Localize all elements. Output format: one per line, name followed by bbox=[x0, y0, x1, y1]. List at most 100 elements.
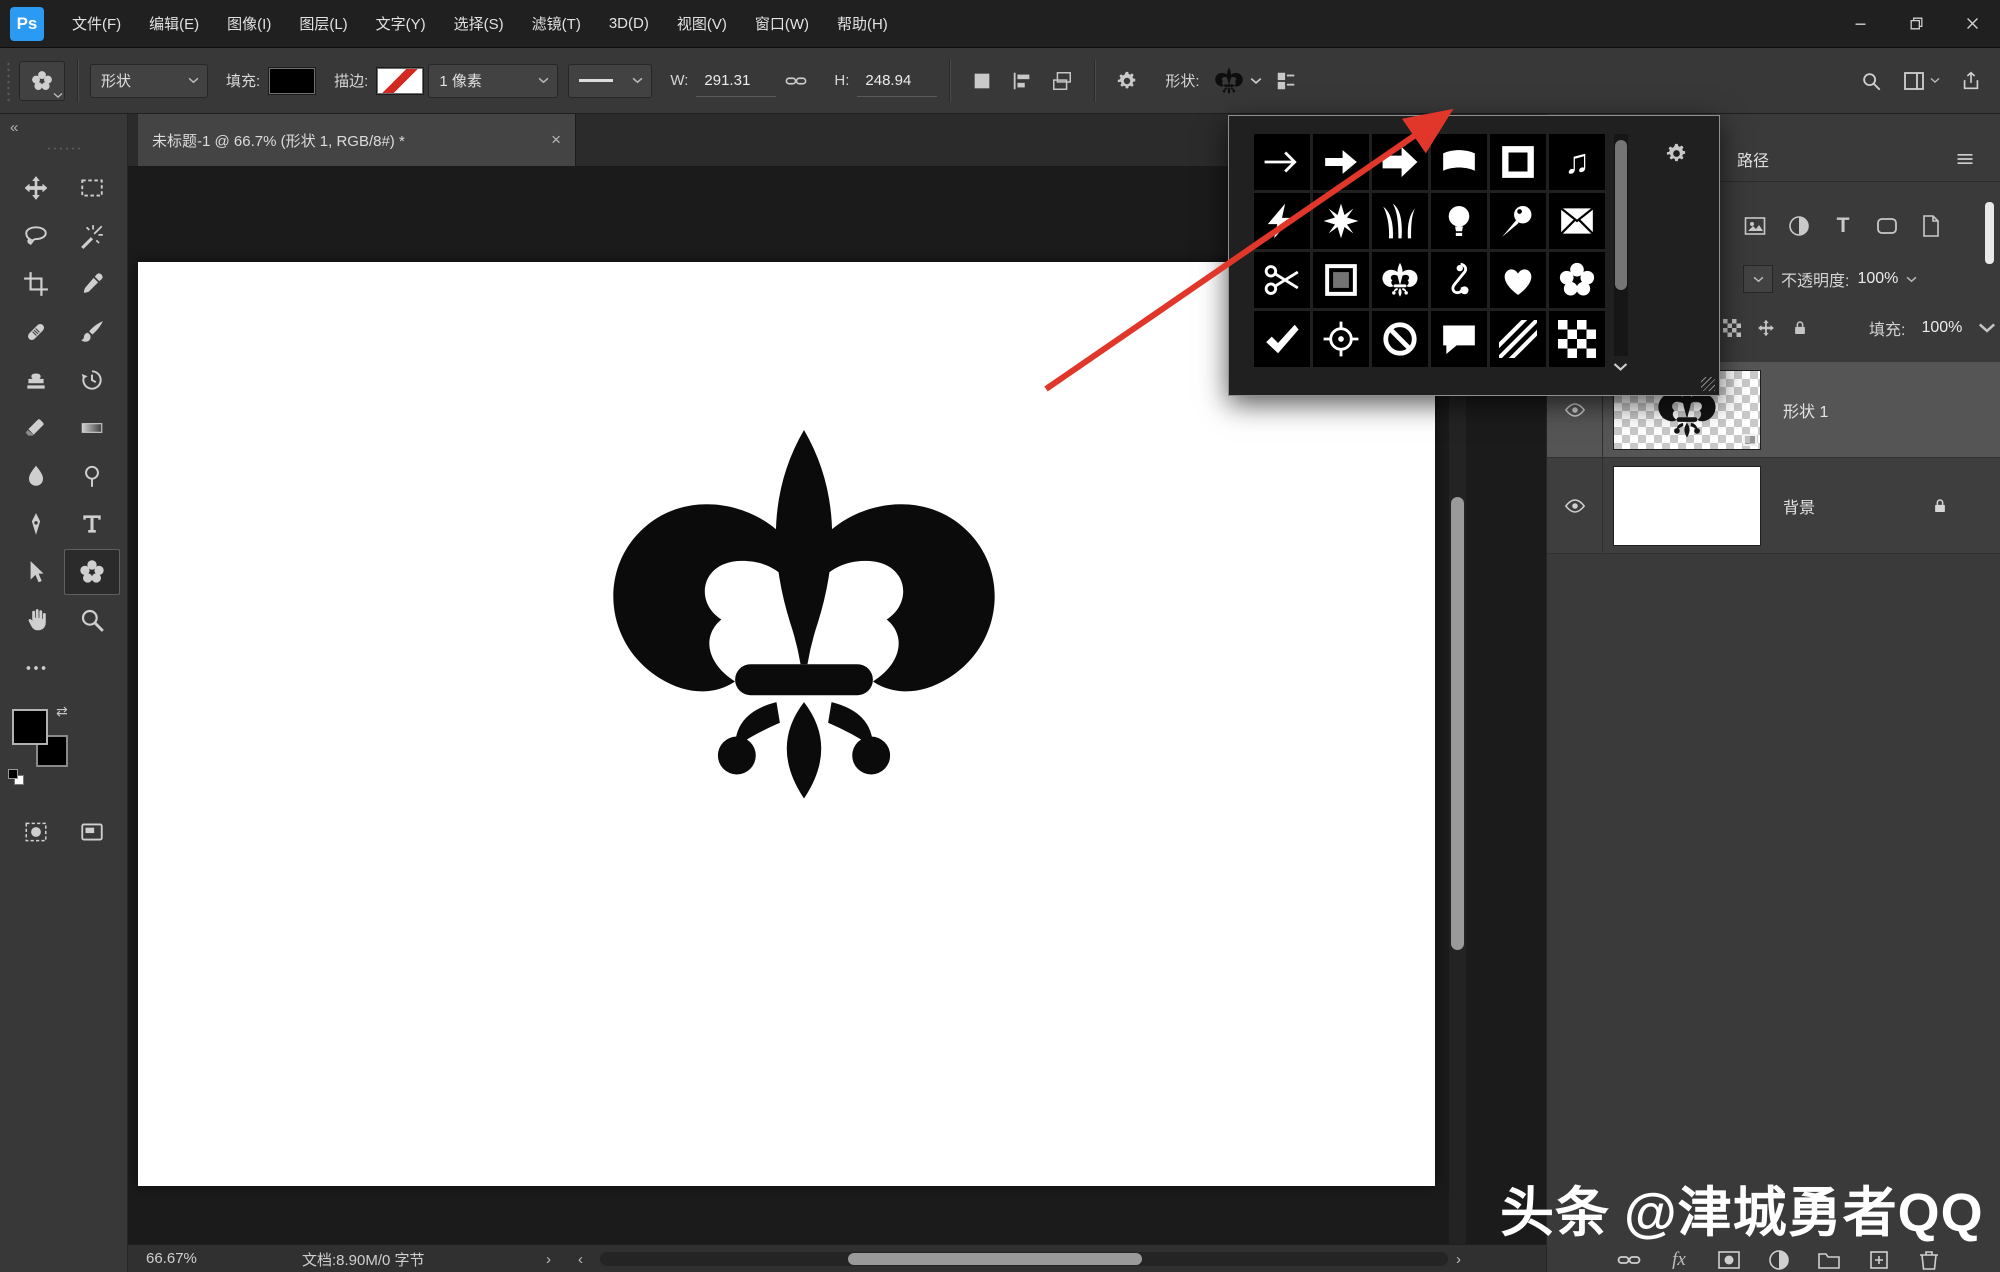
scroll-left-icon[interactable]: ‹ bbox=[578, 1245, 583, 1272]
adjust-icon[interactable] bbox=[1767, 1248, 1791, 1272]
shape-splat-tile[interactable] bbox=[1549, 252, 1605, 308]
width-field[interactable]: 291.31 bbox=[696, 65, 776, 97]
layer-fill-value[interactable]: 100% bbox=[1921, 319, 1962, 337]
horizontal-scrollbar-thumb[interactable] bbox=[848, 1253, 1142, 1265]
tool-zoom[interactable] bbox=[64, 597, 120, 643]
shape-stripes-tile[interactable] bbox=[1490, 311, 1546, 367]
tool-eyedropper[interactable] bbox=[64, 261, 120, 307]
layer-row[interactable]: 背景 bbox=[1547, 458, 2000, 554]
tool-dodge[interactable] bbox=[64, 453, 120, 499]
trash-icon[interactable] bbox=[1917, 1248, 1941, 1272]
collapse-tools-button[interactable]: « bbox=[10, 119, 18, 136]
tool-healing[interactable] bbox=[8, 309, 64, 355]
shape-arrow-wide-tile[interactable] bbox=[1372, 134, 1428, 190]
menu-item-选择[interactable]: 选择(S) bbox=[440, 0, 518, 47]
canvas[interactable] bbox=[138, 262, 1435, 1186]
panel-typeT-icon[interactable]: T bbox=[1831, 214, 1855, 238]
tool-eraser[interactable] bbox=[8, 405, 64, 451]
shape-frame-tile[interactable] bbox=[1490, 134, 1546, 190]
fleur-de-lis-shape[interactable] bbox=[589, 430, 1019, 806]
tool-ellipsis[interactable] bbox=[8, 645, 64, 691]
stroke-swatch[interactable] bbox=[376, 67, 424, 95]
tool-history[interactable] bbox=[64, 357, 120, 403]
default-colors-icon[interactable] bbox=[8, 769, 26, 787]
path-arrangement-icon[interactable] bbox=[1051, 70, 1073, 92]
swap-colors-icon[interactable]: ⇄ bbox=[56, 703, 68, 720]
tab-paths[interactable]: 路径 bbox=[1737, 147, 1769, 171]
tool-pen[interactable] bbox=[8, 501, 64, 547]
tool-crop[interactable] bbox=[8, 261, 64, 307]
tool-preset-button[interactable] bbox=[19, 61, 65, 101]
tools-panel-grip[interactable] bbox=[46, 146, 82, 151]
panel-adjust-icon[interactable] bbox=[1787, 214, 1811, 238]
scroll-right-icon[interactable]: › bbox=[1456, 1245, 1461, 1272]
tool-brush[interactable] bbox=[64, 309, 120, 355]
search-icon[interactable] bbox=[1860, 70, 1882, 92]
panel-roundrect-icon[interactable] bbox=[1875, 214, 1899, 238]
shape-music-tile[interactable]: ♫ bbox=[1549, 134, 1605, 190]
status-expand-icon[interactable]: › bbox=[546, 1245, 551, 1272]
shape-scissors-tile[interactable] bbox=[1254, 252, 1310, 308]
tool-blur[interactable] bbox=[8, 453, 64, 499]
shape-banner-tile[interactable] bbox=[1431, 134, 1487, 190]
panel-imgpanel-icon[interactable] bbox=[1743, 214, 1767, 238]
shape-checker-tile[interactable] bbox=[1549, 311, 1605, 367]
tool-select[interactable] bbox=[8, 549, 64, 595]
close-tab-icon[interactable]: × bbox=[547, 130, 565, 150]
shape-bulb-tile[interactable] bbox=[1431, 193, 1487, 249]
menu-item-3D[interactable]: 3D(D) bbox=[595, 0, 663, 47]
menu-item-图层[interactable]: 图层(L) bbox=[285, 0, 361, 47]
height-field[interactable]: 248.94 bbox=[857, 65, 937, 97]
opacity-value[interactable]: 100% bbox=[1857, 270, 1898, 288]
current-shape-preview[interactable] bbox=[1210, 62, 1266, 100]
shape-arrow-bold-tile[interactable] bbox=[1313, 134, 1369, 190]
shape-heart-tile[interactable] bbox=[1490, 252, 1546, 308]
fx-icon[interactable]: fx bbox=[1667, 1248, 1691, 1272]
shape-pin-tile[interactable] bbox=[1490, 193, 1546, 249]
resize-grip[interactable] bbox=[1701, 377, 1715, 391]
fill-swatch[interactable] bbox=[268, 67, 316, 95]
shape-lightning-tile[interactable] bbox=[1254, 193, 1310, 249]
tool-move[interactable] bbox=[8, 165, 64, 211]
tool-splat[interactable] bbox=[64, 549, 120, 595]
shape-envelope-tile[interactable] bbox=[1549, 193, 1605, 249]
shape-fleur-tile[interactable] bbox=[1372, 252, 1428, 308]
scroll-down-icon[interactable] bbox=[1613, 362, 1628, 372]
shape-picker-scrollbar[interactable] bbox=[1614, 134, 1628, 356]
tool-marquee[interactable] bbox=[64, 165, 120, 211]
tool-lasso[interactable] bbox=[8, 213, 64, 259]
stroke-width-select[interactable]: 1 像素 bbox=[428, 64, 558, 98]
tool-mode-select[interactable]: 形状 bbox=[90, 64, 208, 98]
menu-item-帮助[interactable]: 帮助(H) bbox=[823, 0, 902, 47]
workspace-switcher[interactable] bbox=[1902, 69, 1940, 93]
menu-item-图像[interactable]: 图像(I) bbox=[213, 0, 285, 47]
lock-position-icon[interactable] bbox=[1757, 319, 1775, 337]
path-alignment-icon[interactable] bbox=[1011, 70, 1033, 92]
blend-mode-select[interactable] bbox=[1743, 265, 1773, 293]
dock-scrollbar[interactable] bbox=[1985, 202, 1994, 264]
newlayer-icon[interactable] bbox=[1867, 1248, 1891, 1272]
gear-icon[interactable] bbox=[1116, 70, 1138, 92]
menu-item-文字[interactable]: 文字(Y) bbox=[362, 0, 440, 47]
shape-check-tile[interactable] bbox=[1254, 311, 1310, 367]
picker-gear-icon[interactable] bbox=[1665, 142, 1688, 165]
link-dimensions-icon[interactable] bbox=[785, 70, 807, 92]
tool-wand[interactable] bbox=[64, 213, 120, 259]
shape-arrow-thin-tile[interactable] bbox=[1254, 134, 1310, 190]
close-button[interactable] bbox=[1944, 0, 2000, 47]
mask-icon[interactable] bbox=[1717, 1248, 1741, 1272]
menu-item-视图[interactable]: 视图(V) bbox=[663, 0, 741, 47]
panel-menu-icon[interactable] bbox=[1955, 149, 1975, 169]
menu-item-文件[interactable]: 文件(F) bbox=[58, 0, 135, 47]
shape-grass-tile[interactable] bbox=[1372, 193, 1428, 249]
tool-hand[interactable] bbox=[8, 597, 64, 643]
zoom-level-field[interactable]: 66.67% bbox=[146, 1245, 197, 1272]
lock-transparent-pixels-icon[interactable] bbox=[1723, 319, 1741, 337]
stroke-style-select[interactable] bbox=[568, 64, 652, 98]
chain-icon[interactable] bbox=[1617, 1248, 1641, 1272]
tool-screenmode[interactable] bbox=[64, 809, 120, 855]
foreground-color-swatch[interactable] bbox=[12, 709, 48, 745]
shape-frame2-tile[interactable] bbox=[1313, 252, 1369, 308]
minimize-button[interactable] bbox=[1832, 0, 1888, 47]
layer-visibility-toggle[interactable] bbox=[1547, 458, 1603, 553]
